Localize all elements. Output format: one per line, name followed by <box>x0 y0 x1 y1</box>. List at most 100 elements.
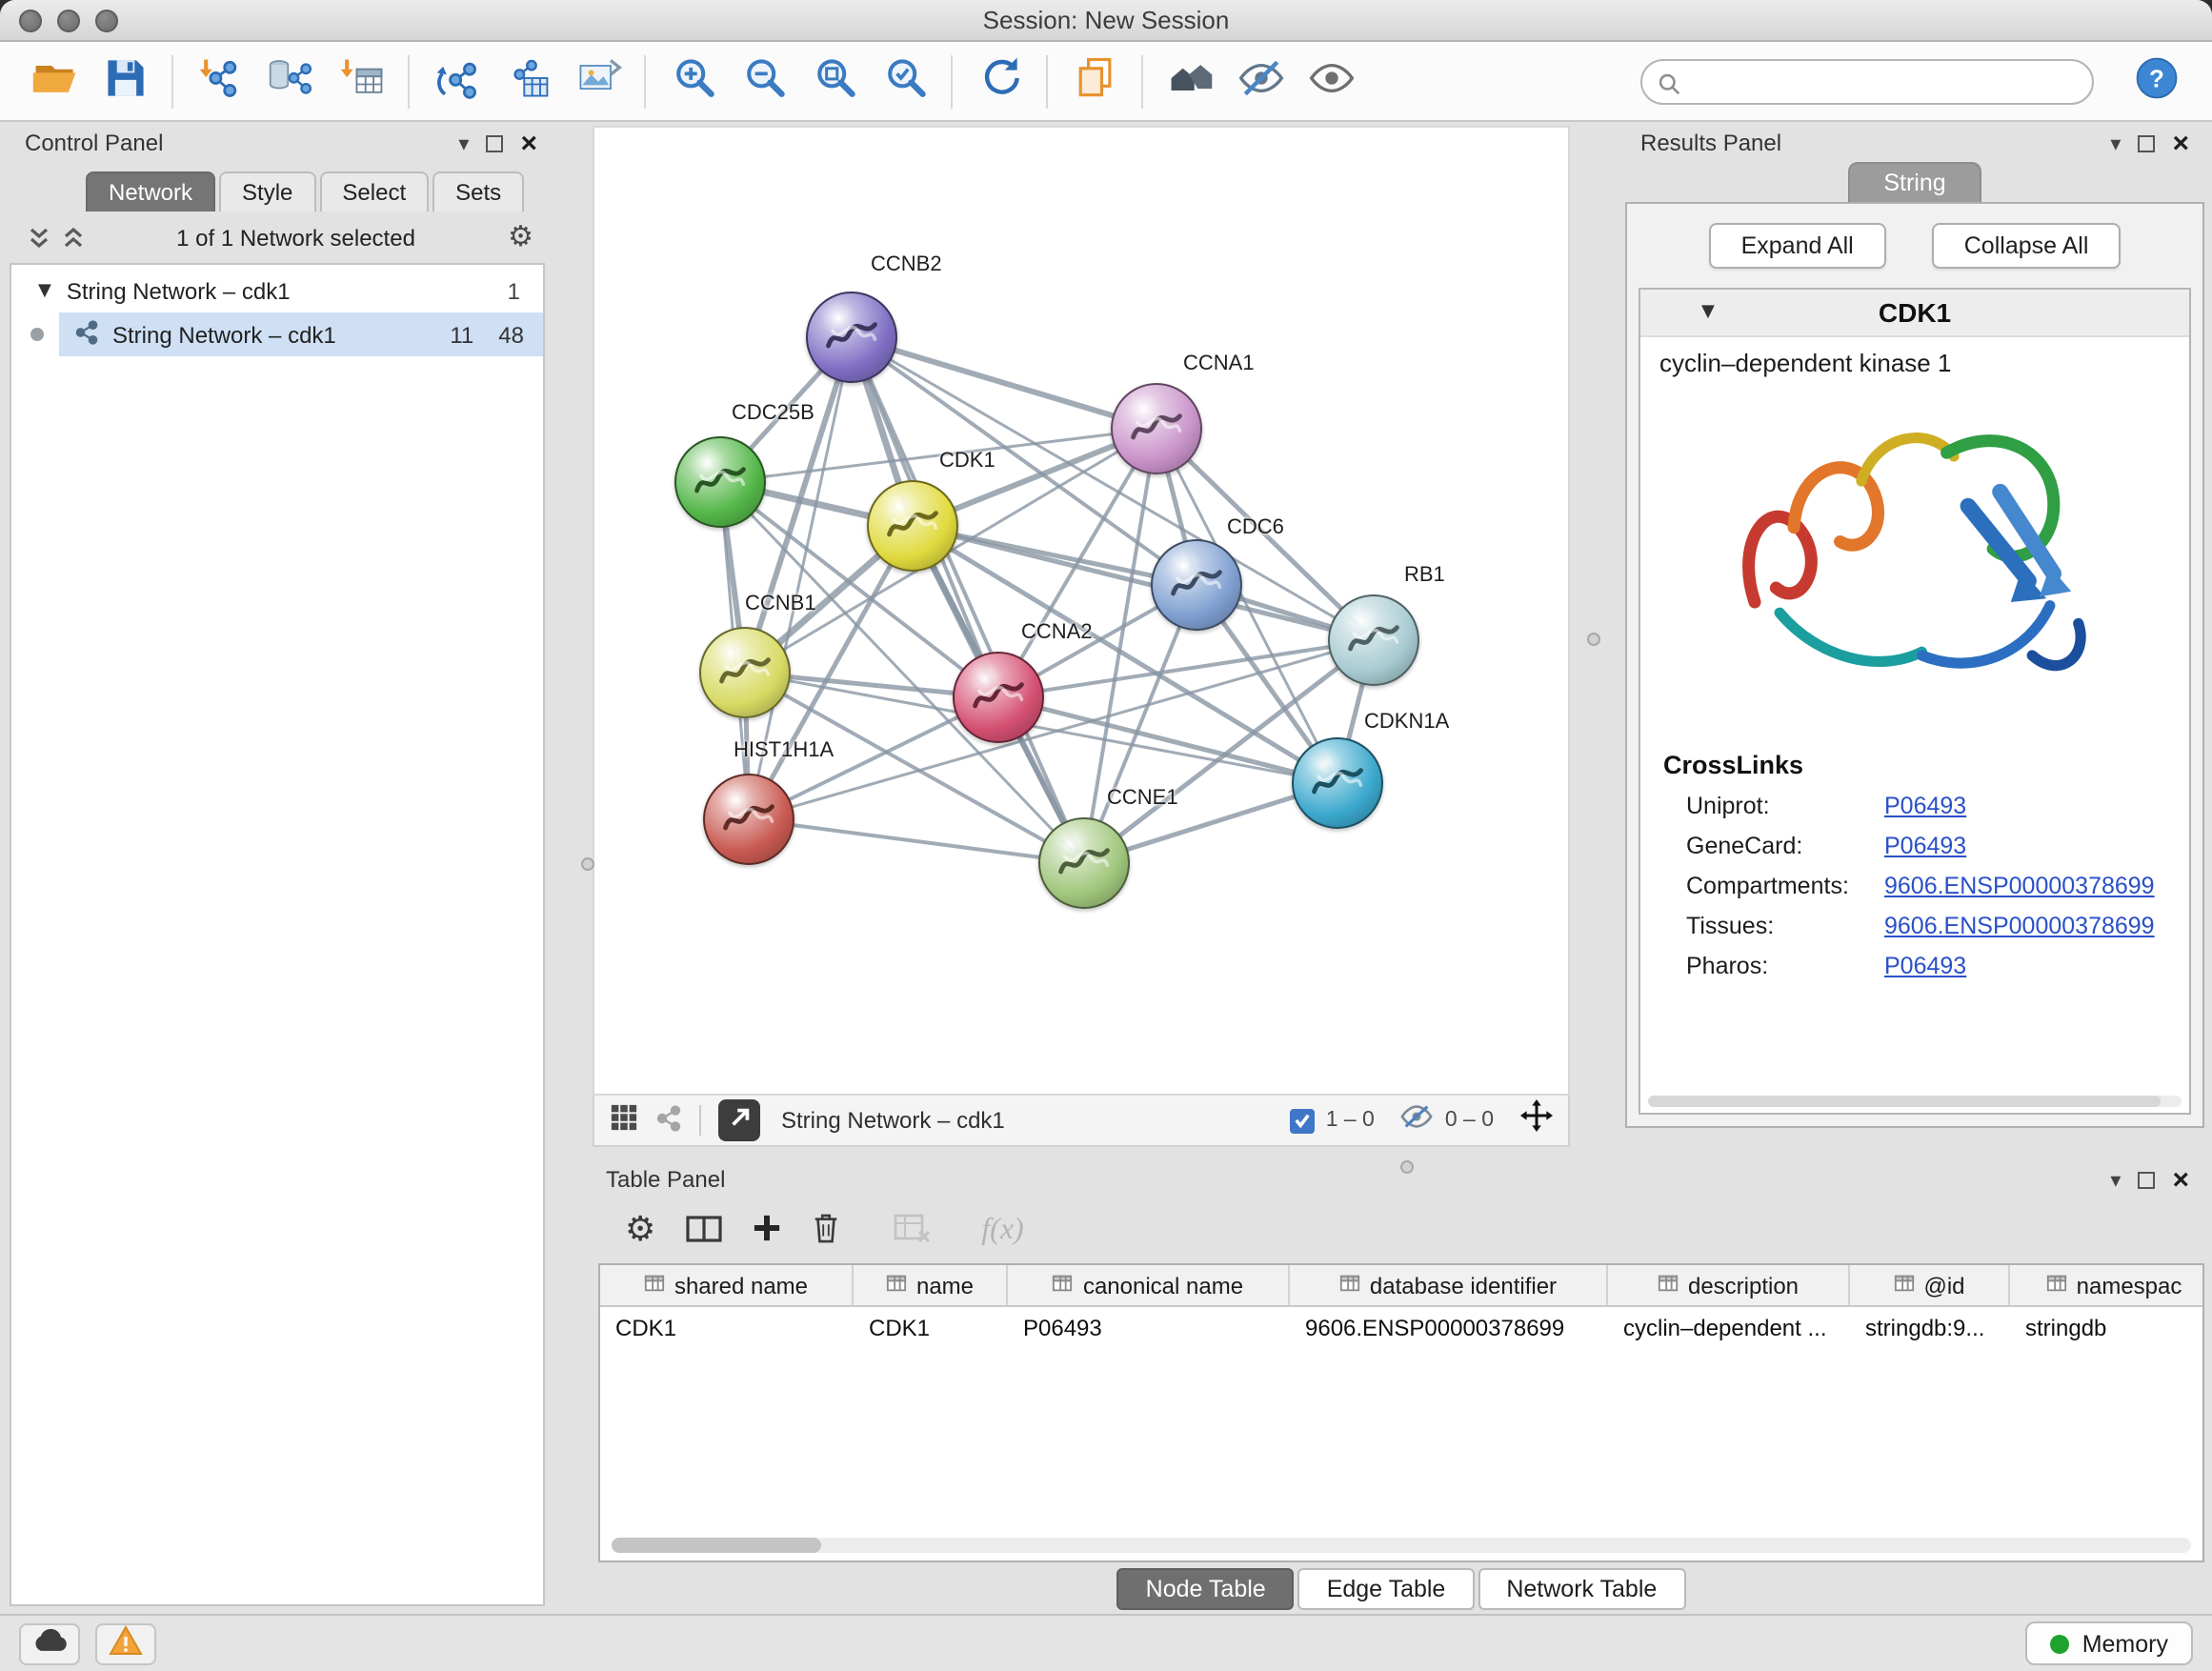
delete-column-button[interactable] <box>812 1212 840 1250</box>
zoom-fit-button[interactable] <box>798 47 869 115</box>
panel-menu-icon[interactable]: ▾ <box>2110 1169 2121 1190</box>
table-cell[interactable]: stringdb <box>2010 1314 2204 1340</box>
warnings-button[interactable] <box>95 1622 156 1664</box>
table-cell[interactable]: stringdb:9... <box>1850 1314 2010 1340</box>
show-all-networks-button[interactable] <box>1155 47 1225 115</box>
results-scrollbar[interactable] <box>1648 1096 2182 1107</box>
new-network-button[interactable] <box>421 47 492 115</box>
table-cell[interactable]: CDK1 <box>854 1314 1008 1340</box>
crosslink-value-link[interactable]: P06493 <box>1884 947 2189 987</box>
node-CCNB2[interactable] <box>806 292 897 383</box>
column-header--id[interactable]: @id <box>1850 1265 2010 1305</box>
edge-HIST1H1A-CCNE1[interactable] <box>749 819 1084 863</box>
node-CCNE1[interactable] <box>1038 817 1130 909</box>
column-header-database-identifier[interactable]: database identifier <box>1290 1265 1608 1305</box>
panel-close-icon[interactable]: × <box>2172 129 2189 157</box>
function-builder-button[interactable]: f(x) <box>981 1214 1023 1248</box>
show-results-panel-button[interactable] <box>1296 47 1366 115</box>
tab-string[interactable]: String <box>1847 162 1981 202</box>
table-horizontal-scrollbar[interactable] <box>612 1538 2191 1553</box>
scrollbar-thumb[interactable] <box>612 1538 821 1553</box>
tab-select[interactable]: Select <box>319 171 429 211</box>
gene-header[interactable]: ▼ CDK1 <box>1640 290 2189 337</box>
table-cell[interactable]: cyclin–dependent ... <box>1608 1314 1850 1340</box>
node-CDKN1A[interactable] <box>1292 737 1383 829</box>
save-session-button[interactable] <box>90 47 160 115</box>
cloud-button[interactable] <box>19 1622 80 1664</box>
crosslink-value-link[interactable]: 9606.ENSP00000378699 <box>1884 867 2189 907</box>
hide-results-panel-button[interactable] <box>1225 47 1296 115</box>
node-CCNA2[interactable] <box>953 652 1044 743</box>
grid-view-button[interactable] <box>610 1103 638 1137</box>
table-row[interactable]: CDK1CDK1P064939606.ENSP00000378699cyclin… <box>600 1307 2202 1347</box>
zoom-in-button[interactable] <box>657 47 728 115</box>
network-overview-button[interactable] <box>655 1104 682 1137</box>
table-cell[interactable]: 9606.ENSP00000378699 <box>1290 1314 1608 1340</box>
crosslink-value-link[interactable]: P06493 <box>1884 827 2189 867</box>
detach-view-button[interactable] <box>718 1099 760 1141</box>
network-canvas[interactable]: CCNB2CCNA1CDC25BCDK1CDC6RB1CCNB1CCNA2CDK… <box>593 126 1570 1096</box>
edge-CCNB2-CCNE1[interactable] <box>852 337 1084 863</box>
panel-float-icon[interactable] <box>2138 134 2155 151</box>
tab-sets[interactable]: Sets <box>432 171 524 211</box>
create-column-button[interactable] <box>753 1214 781 1248</box>
zoom-selected-button[interactable] <box>869 47 939 115</box>
tab-network[interactable]: Network <box>86 171 215 211</box>
selected-checkbox-icon[interactable] <box>1290 1108 1315 1133</box>
tab-node-table[interactable]: Node Table <box>1117 1567 1295 1609</box>
column-header-namespac[interactable]: namespac <box>2010 1265 2204 1305</box>
panel-menu-icon[interactable]: ▾ <box>2110 132 2121 153</box>
import-network-file-button[interactable] <box>185 47 255 115</box>
pan-move-icon[interactable] <box>1520 1099 1553 1141</box>
table-settings-button[interactable]: ⚙ <box>625 1214 655 1248</box>
panel-close-icon[interactable]: × <box>520 129 537 157</box>
open-session-button[interactable] <box>19 47 90 115</box>
select-columns-button[interactable] <box>686 1213 722 1249</box>
node-RB1[interactable] <box>1328 594 1419 686</box>
import-table-file-button[interactable] <box>326 47 396 115</box>
column-header-shared-name[interactable]: shared name <box>600 1265 854 1305</box>
node-CDC6[interactable] <box>1151 539 1242 631</box>
node-CDC25B[interactable] <box>674 436 766 528</box>
edge-RB1-HIST1H1A[interactable] <box>749 640 1374 819</box>
export-network-button[interactable] <box>492 47 562 115</box>
table-cell[interactable]: P06493 <box>1008 1314 1290 1340</box>
collapse-all-button[interactable]: Collapse All <box>1932 223 2122 269</box>
tab-edge-table[interactable]: Edge Table <box>1298 1567 1475 1609</box>
memory-button[interactable]: Memory <box>2025 1621 2193 1665</box>
collapse-all-networks-icon[interactable] <box>29 226 50 249</box>
gear-icon[interactable]: ⚙ <box>508 223 533 252</box>
selected-network-item[interactable]: String Network – cdk1 11 48 <box>59 312 543 356</box>
column-header-description[interactable]: description <box>1608 1265 1850 1305</box>
tab-network-table[interactable]: Network Table <box>1478 1567 1685 1609</box>
duplicate-network-button[interactable] <box>1059 47 1130 115</box>
crosslink-value-link[interactable]: P06493 <box>1884 787 2189 827</box>
edge-CCNB2-CCNA1[interactable] <box>852 337 1156 429</box>
splitter-handle[interactable] <box>1587 633 1600 646</box>
panel-float-icon[interactable] <box>486 134 503 151</box>
node-CCNB1[interactable] <box>699 627 791 718</box>
zoom-out-button[interactable] <box>728 47 798 115</box>
export-image-button[interactable] <box>562 47 633 115</box>
search-input[interactable] <box>1640 58 2094 104</box>
edge-CDK1-RB1[interactable] <box>913 526 1374 640</box>
expand-all-networks-icon[interactable] <box>63 226 84 249</box>
tab-style[interactable]: Style <box>219 171 315 211</box>
panel-menu-icon[interactable]: ▾ <box>458 132 469 153</box>
expander-icon[interactable]: ▼ <box>38 281 51 300</box>
refresh-view-button[interactable] <box>964 47 1035 115</box>
panel-float-icon[interactable] <box>2138 1171 2155 1188</box>
hidden-eye-icon[interactable] <box>1401 1102 1434 1138</box>
network-collection-row[interactable]: ▼ String Network – cdk1 1 <box>11 269 543 312</box>
crosslink-value-link[interactable]: 9606.ENSP00000378699 <box>1884 907 2189 947</box>
splitter-handle[interactable] <box>1400 1160 1414 1174</box>
network-row[interactable]: String Network – cdk1 11 48 <box>11 312 543 356</box>
column-header-name[interactable]: name <box>854 1265 1008 1305</box>
import-network-database-button[interactable] <box>255 47 326 115</box>
help-button[interactable]: ? <box>2132 53 2182 109</box>
collapse-section-icon[interactable]: ▼ <box>1701 303 1715 322</box>
splitter-handle[interactable] <box>581 857 594 871</box>
panel-close-icon[interactable]: × <box>2172 1165 2189 1194</box>
clear-values-button[interactable] <box>894 1213 932 1249</box>
table-cell[interactable]: CDK1 <box>600 1314 854 1340</box>
